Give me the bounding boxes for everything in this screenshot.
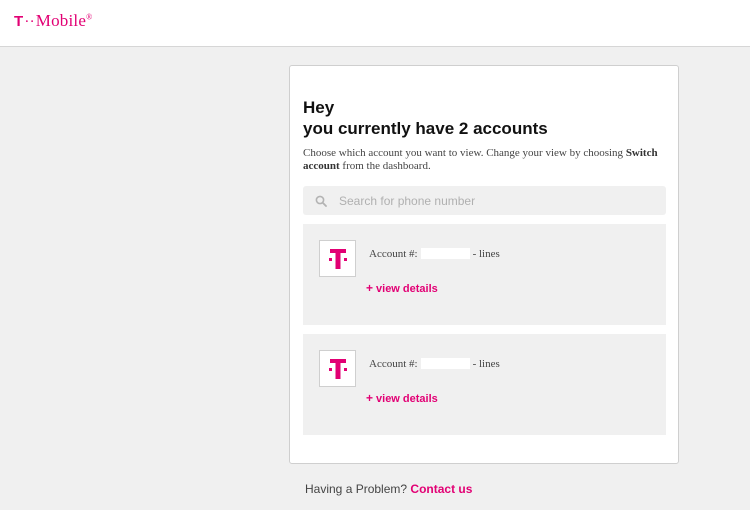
- contact-us-link[interactable]: Contact us: [410, 482, 472, 496]
- account-avatar: [319, 240, 356, 277]
- account-lines: - lines: [472, 248, 500, 260]
- account-number-line: Account #: - lines: [369, 358, 500, 370]
- greeting: Hey: [303, 98, 335, 117]
- page-title: Hey you currently have 2 accounts: [303, 97, 548, 139]
- plus-icon: +: [366, 281, 374, 295]
- logo-t: T: [14, 13, 24, 30]
- search-box[interactable]: [303, 186, 666, 215]
- instructions: Choose which account you want to view. C…: [303, 147, 673, 173]
- logo-registered: ®: [86, 12, 93, 22]
- top-bar: T··Mobile®: [0, 0, 750, 47]
- headline: you currently have 2 accounts: [303, 119, 548, 138]
- view-details-label: view details: [376, 393, 438, 405]
- logo-word: Mobile: [35, 11, 87, 30]
- logo-dots: ··: [24, 14, 35, 30]
- account-number-line: Account #: - lines: [369, 248, 500, 260]
- account-label: Account #:: [369, 358, 418, 370]
- account-item[interactable]: Account #: - lines + view details: [303, 224, 666, 325]
- plus-icon: +: [366, 391, 374, 405]
- view-details-link[interactable]: + view details: [366, 391, 438, 405]
- instructions-text: Choose which account you want to view. C…: [303, 147, 626, 159]
- view-details-link[interactable]: + view details: [366, 281, 438, 295]
- account-label: Account #:: [369, 248, 418, 260]
- t-mobile-logo[interactable]: T··Mobile®: [14, 11, 92, 31]
- phone-search-input[interactable]: [339, 186, 649, 215]
- account-selector-card: Hey you currently have 2 accounts Choose…: [289, 65, 679, 464]
- account-avatar: [319, 350, 356, 387]
- t-logo-icon: [329, 249, 347, 269]
- view-details-label: view details: [376, 283, 438, 295]
- account-item[interactable]: Account #: - lines + view details: [303, 334, 666, 435]
- instructions-suffix: from the dashboard.: [339, 160, 431, 172]
- search-icon: [315, 194, 327, 207]
- account-number: [420, 358, 470, 369]
- account-number: [420, 248, 470, 259]
- t-logo-icon: [329, 359, 347, 379]
- help-text: Having a Problem?: [305, 482, 408, 496]
- help-footer: Having a Problem? Contact us: [305, 482, 472, 496]
- account-lines: - lines: [472, 358, 500, 370]
